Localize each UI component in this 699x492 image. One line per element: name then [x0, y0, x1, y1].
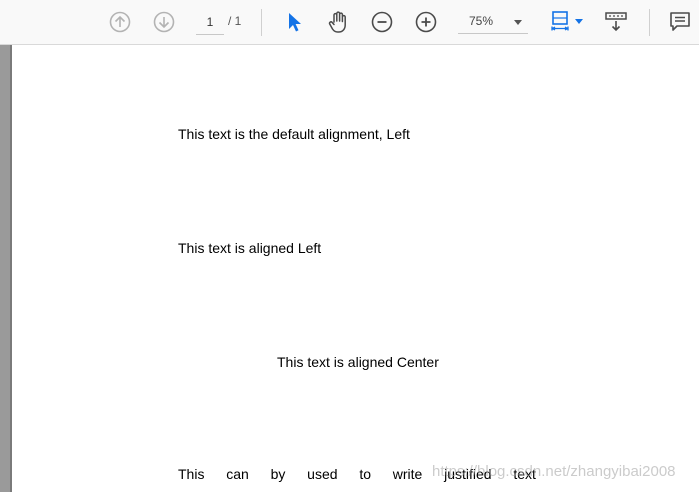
page-number-input[interactable]: [196, 10, 224, 35]
justified-word: write: [392, 466, 423, 482]
plus-circle-icon: [415, 11, 437, 33]
scroll-mode-icon: [604, 10, 628, 34]
justified-word: used: [307, 466, 338, 482]
toolbar: / 1 75%: [0, 0, 699, 45]
justified-word: to: [359, 466, 371, 482]
minus-circle-icon: [371, 11, 393, 33]
arrow-up-circle-icon: [109, 11, 131, 33]
select-tool-button[interactable]: [278, 6, 310, 38]
fit-page-icon: [548, 10, 572, 34]
arrow-down-circle-icon: [153, 11, 175, 33]
zoom-out-button[interactable]: [366, 6, 398, 38]
chevron-down-icon: [514, 20, 522, 25]
zoom-in-button[interactable]: [410, 6, 442, 38]
pdf-page: This text is the default alignment, Left…: [12, 45, 699, 492]
comment-button[interactable]: [664, 6, 696, 38]
comment-icon: [668, 10, 692, 34]
pointer-arrow-icon: [283, 11, 305, 33]
next-page-button[interactable]: [148, 6, 180, 38]
zoom-level-dropdown[interactable]: 75%: [458, 10, 528, 34]
zoom-level-value: 75%: [469, 14, 494, 28]
hand-tool-button[interactable]: [322, 6, 354, 38]
fit-options-caret-icon[interactable]: [575, 19, 583, 24]
toolbar-divider: [261, 9, 262, 36]
scroll-mode-button[interactable]: [600, 6, 632, 38]
page-total-label: / 1: [228, 14, 242, 28]
default-alignment-text: This text is the default alignment, Left: [178, 126, 410, 142]
justified-word: by: [270, 466, 286, 482]
left-aligned-text: This text is aligned Left: [178, 240, 322, 256]
justified-word: This: [178, 466, 205, 482]
justified-word: can: [226, 466, 249, 482]
center-aligned-text: This text is aligned Center: [277, 354, 439, 370]
hand-icon: [326, 10, 350, 34]
toolbar-divider: [649, 9, 650, 36]
previous-page-button[interactable]: [104, 6, 136, 38]
fit-page-button[interactable]: [544, 6, 576, 38]
document-viewport[interactable]: This text is the default alignment, Left…: [0, 45, 699, 492]
watermark-text: https://blog.csdn.net/zhangyibai2008: [432, 463, 676, 480]
